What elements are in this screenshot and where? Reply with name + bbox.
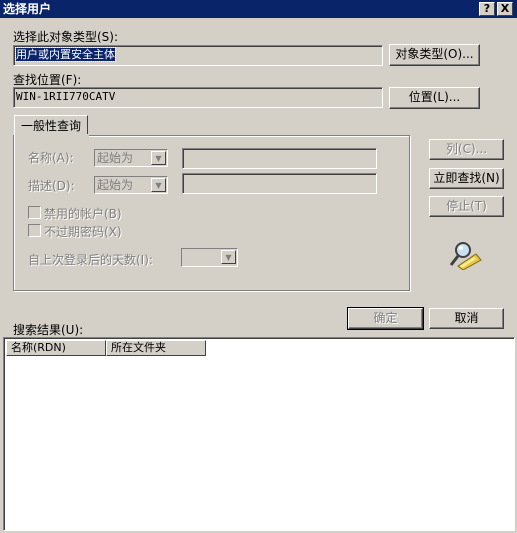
find-now-button[interactable]: 立即查找(N) [429, 168, 504, 189]
stop-button[interactable]: 停止(T) [429, 196, 504, 217]
object-type-value: 用户或内置安全主体 [15, 47, 116, 62]
description-input [182, 173, 377, 194]
description-label: 描述(D): [28, 179, 75, 193]
column-header-folder[interactable]: 所在文件夹 [106, 340, 206, 356]
location-field: WIN-1RII770CATV [13, 87, 383, 108]
title-bar: 选择用户 [0, 0, 517, 18]
columns-button[interactable]: 列(C)... [429, 139, 504, 160]
object-types-button[interactable]: 对象类型(O)... [389, 44, 480, 66]
search-results-label: 搜索结果(U): [13, 323, 84, 337]
chevron-down-icon: ▼ [151, 178, 166, 192]
name-label: 名称(A): [28, 151, 74, 165]
cancel-button[interactable]: 取消 [429, 308, 504, 329]
disabled-accounts-checkbox [28, 206, 41, 219]
select-user-dialog: 选择用户 ? X 选择此对象类型(S): 用户或内置安全主体 对象类型(O)..… [0, 0, 517, 533]
name-mode-value: 起始为 [97, 151, 134, 165]
ok-button[interactable]: 确定 [347, 307, 424, 330]
non-expiring-password-label: 不过期密码(X) [44, 225, 122, 239]
name-input [182, 148, 377, 169]
non-expiring-password-checkbox [28, 224, 41, 237]
days-since-logon-label: 自上次登录后的天数(I): [28, 253, 153, 267]
disabled-accounts-label: 禁用的帐户(B) [44, 207, 122, 221]
locations-button[interactable]: 位置(L)... [389, 87, 480, 109]
name-mode-combo: 起始为 ▼ [94, 149, 168, 167]
location-label: 查找位置(F): [13, 73, 82, 87]
location-value: WIN-1RII770CATV [16, 90, 116, 103]
chevron-down-icon: ▼ [151, 151, 166, 165]
chevron-down-icon: ▼ [221, 250, 236, 264]
help-button[interactable]: ? [479, 2, 495, 16]
column-header-name[interactable]: 名称(RDN) [6, 340, 106, 356]
object-type-field: 用户或内置安全主体 [13, 45, 383, 66]
description-mode-combo: 起始为 ▼ [94, 176, 168, 194]
object-type-label: 选择此对象类型(S): [13, 30, 119, 44]
days-since-logon-combo: ▼ [181, 248, 238, 267]
tab-joint [15, 134, 89, 137]
search-icon [448, 240, 482, 271]
description-mode-value: 起始为 [97, 178, 134, 192]
close-button[interactable]: X [497, 2, 513, 16]
window-title: 选择用户 [3, 2, 52, 16]
tab-label: 一般性查询 [21, 119, 82, 133]
search-results-list[interactable]: 名称(RDN) 所在文件夹 [3, 337, 515, 531]
